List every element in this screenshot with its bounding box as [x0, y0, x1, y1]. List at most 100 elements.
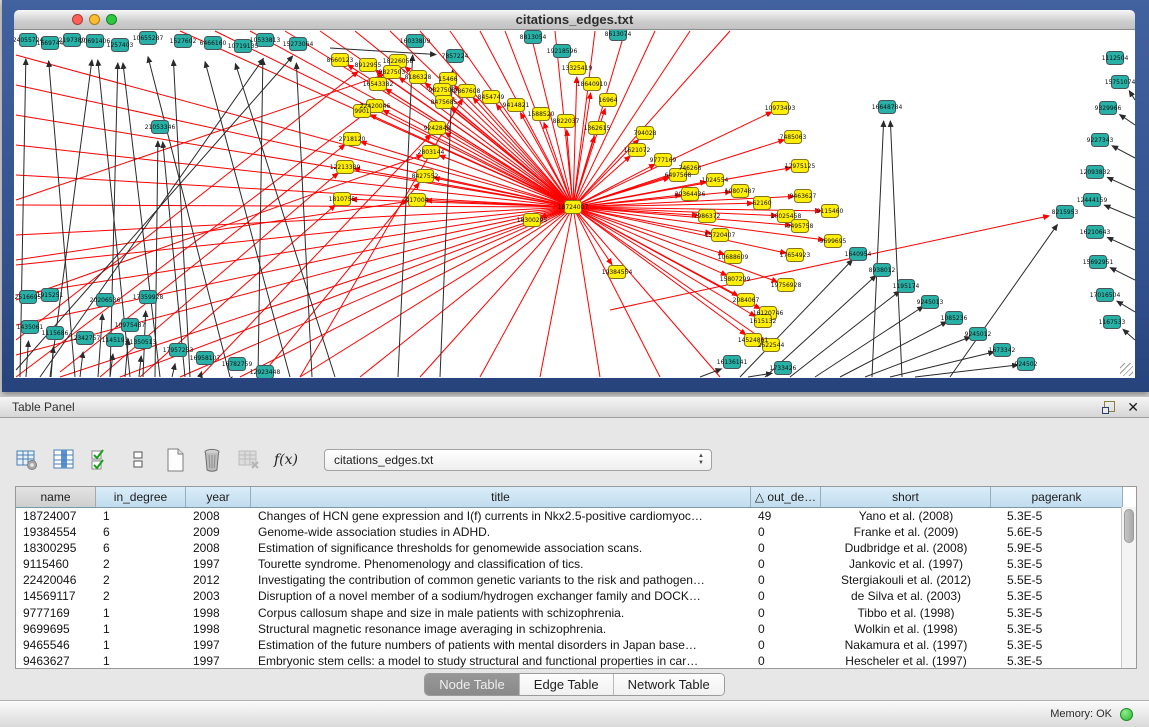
table-cell[interactable]: 18300295 [16, 540, 96, 556]
table-cell[interactable]: 1997 [186, 637, 251, 653]
table-row[interactable]: 1456911722003Disruption of a novel membe… [16, 588, 1136, 604]
table-cell[interactable]: 5.3E-5 [991, 637, 1123, 653]
table-cell[interactable]: 2 [96, 588, 186, 604]
table-cell[interactable]: 22420046 [16, 572, 96, 588]
column-header-title[interactable]: title [251, 487, 751, 507]
table-cell[interactable]: 0 [751, 556, 821, 572]
table-row[interactable]: 911546021997Tourette syndrome. Phenomeno… [16, 556, 1136, 572]
table-cell[interactable]: Estimation of significance thresholds fo… [251, 540, 751, 556]
table-cell[interactable]: 5.3E-5 [991, 556, 1123, 572]
delete-table-button[interactable] [236, 447, 262, 473]
table-cell[interactable]: 1 [96, 637, 186, 653]
table-cell[interactable]: Investigating the contribution of common… [251, 572, 751, 588]
manage-columns-button[interactable] [51, 447, 77, 473]
table-cell[interactable]: 5.3E-5 [991, 508, 1123, 524]
create-column-button[interactable] [162, 447, 188, 473]
table-cell[interactable]: 9115460 [16, 556, 96, 572]
table-cell[interactable]: 1998 [186, 605, 251, 621]
table-cell[interactable]: 1 [96, 621, 186, 637]
table-cell[interactable]: 2012 [186, 572, 251, 588]
table-row[interactable]: 2242004622012Investigating the contribut… [16, 572, 1136, 588]
table-row[interactable]: 1872400712008Changes of HCN gene express… [16, 508, 1136, 524]
table-cell[interactable]: Stergiakouli et al. (2012) [821, 572, 991, 588]
network-table-select[interactable]: citations_edges.txt ▲▼ [324, 449, 712, 471]
table-cell[interactable]: 2008 [186, 540, 251, 556]
table-cell[interactable]: 9465546 [16, 637, 96, 653]
table-cell[interactable]: 5.6E-5 [991, 524, 1123, 540]
table-row[interactable]: 969969511998Structural magnetic resonanc… [16, 621, 1136, 637]
tab-edge-table[interactable]: Edge Table [519, 674, 613, 695]
table-row[interactable]: 1830029562008Estimation of significance … [16, 540, 1136, 556]
table-cell[interactable]: 0 [751, 605, 821, 621]
tab-network-table[interactable]: Network Table [613, 674, 724, 695]
table-cell[interactable]: Changes of HCN gene expression and I(f) … [251, 508, 751, 524]
function-builder-button[interactable]: f(x) [273, 447, 299, 473]
table-cell[interactable]: 0 [751, 524, 821, 540]
network-graph[interactable]: 1872400786601238912955182260589827503165… [14, 30, 1135, 378]
table-cell[interactable]: 9777169 [16, 605, 96, 621]
table-cell[interactable]: 2008 [186, 508, 251, 524]
table-row[interactable]: 977716911998Corpus callosum shape and si… [16, 605, 1136, 621]
table-cell[interactable]: 1 [96, 605, 186, 621]
table-cell[interactable]: 5.3E-5 [991, 621, 1123, 637]
network-canvas[interactable]: 1872400786601238912955182260589827503165… [14, 30, 1135, 378]
table-cell[interactable]: 1997 [186, 653, 251, 669]
delete-column-button[interactable] [199, 447, 225, 473]
table-cell[interactable]: 5.3E-5 [991, 605, 1123, 621]
table-cell[interactable]: Disruption of a novel member of a sodium… [251, 588, 751, 604]
table-cell[interactable]: 1 [96, 653, 186, 669]
table-cell[interactable]: 0 [751, 540, 821, 556]
table-cell[interactable]: 6 [96, 524, 186, 540]
table-cell[interactable]: 0 [751, 653, 821, 669]
table-cell[interactable]: 0 [751, 621, 821, 637]
close-panel-icon[interactable]: ✕ [1127, 400, 1139, 414]
table-cell[interactable]: 0 [751, 572, 821, 588]
table-cell[interactable]: 5.3E-5 [991, 653, 1123, 669]
table-cell[interactable]: Wolkin et al. (1998) [821, 621, 991, 637]
table-cell[interactable]: 5.3E-5 [991, 588, 1123, 604]
table-cell[interactable]: 1998 [186, 621, 251, 637]
table-cell[interactable]: Genome-wide association studies in ADHD. [251, 524, 751, 540]
table-cell[interactable]: 9699695 [16, 621, 96, 637]
table-cell[interactable]: Franke et al. (2009) [821, 524, 991, 540]
scrollbar-thumb[interactable] [1124, 509, 1134, 543]
table-cell[interactable]: de Silva et al. (2003) [821, 588, 991, 604]
column-header-short[interactable]: short [821, 487, 991, 507]
table-cell[interactable]: Yano et al. (2008) [821, 508, 991, 524]
column-header-in_degree[interactable]: in_degree [96, 487, 186, 507]
table-cell[interactable]: 0 [751, 637, 821, 653]
select-rows-button[interactable] [88, 447, 114, 473]
column-header-out_de[interactable]: △ out_de… [751, 487, 821, 507]
float-panel-icon[interactable] [1102, 401, 1115, 414]
table-cell[interactable]: 49 [751, 508, 821, 524]
table-cell[interactable]: Structural magnetic resonance image aver… [251, 621, 751, 637]
table-cell[interactable]: 2 [96, 556, 186, 572]
vertical-scrollbar[interactable] [1121, 507, 1136, 668]
row-height-button[interactable] [125, 447, 151, 473]
table-cell[interactable]: 2009 [186, 524, 251, 540]
table-cell[interactable]: Tibbo et al. (1998) [821, 605, 991, 621]
table-cell[interactable]: 18724007 [16, 508, 96, 524]
table-cell[interactable]: Estimation of the future numbers of pati… [251, 637, 751, 653]
table-row[interactable]: 946554611997Estimation of the future num… [16, 637, 1136, 653]
table-cell[interactable]: Nakamura et al. (1997) [821, 637, 991, 653]
table-cell[interactable]: Corpus callosum shape and size in male p… [251, 605, 751, 621]
table-row[interactable]: 1938455462009Genome-wide association stu… [16, 524, 1136, 540]
table-cell[interactable]: 1 [96, 508, 186, 524]
table-cell[interactable]: 5.5E-5 [991, 572, 1123, 588]
table-cell[interactable]: Jankovic et al. (1997) [821, 556, 991, 572]
network-window-titlebar[interactable]: citations_edges.txt [14, 10, 1135, 30]
table-cell[interactable]: 9463627 [16, 653, 96, 669]
table-cell[interactable]: 14569117 [16, 588, 96, 604]
column-header-year[interactable]: year [186, 487, 251, 507]
table-cell[interactable]: 19384554 [16, 524, 96, 540]
table-cell[interactable]: 1997 [186, 556, 251, 572]
table-cell[interactable]: 0 [751, 588, 821, 604]
window-resize-grip[interactable] [1120, 363, 1133, 376]
table-cell[interactable]: 2 [96, 572, 186, 588]
table-cell[interactable]: Tourette syndrome. Phenomenology and cla… [251, 556, 751, 572]
table-row[interactable]: 946362711997Embryonic stem cells: a mode… [16, 653, 1136, 669]
table-cell[interactable]: Embryonic stem cells: a model to study s… [251, 653, 751, 669]
column-header-pagerank[interactable]: pagerank [991, 487, 1123, 507]
table-cell[interactable]: 5.9E-5 [991, 540, 1123, 556]
